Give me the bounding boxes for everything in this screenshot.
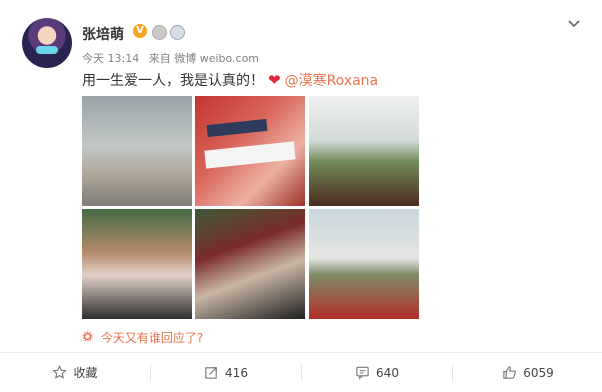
favorite-label: 收藏 [73, 366, 98, 380]
verified-v-icon[interactable]: V [133, 24, 147, 38]
favorite-button[interactable]: 收藏 [0, 353, 150, 392]
avatar[interactable] [22, 18, 72, 68]
like-button[interactable]: 6059 [453, 353, 602, 392]
photo-3[interactable] [309, 96, 419, 206]
chevron-down-icon[interactable] [567, 16, 581, 30]
photo-5[interactable] [195, 209, 305, 319]
post-source[interactable]: 来自 微博 weibo.com [149, 52, 259, 65]
action-bar: 收藏 416 640 6059 [0, 353, 602, 392]
sign-decoration [206, 118, 268, 138]
like-count: 6059 [523, 365, 554, 380]
diamond-badge-icon[interactable] [170, 25, 185, 40]
username[interactable]: 张培萌 [82, 24, 124, 44]
thumbs-up-icon [503, 366, 517, 379]
topic-link[interactable]: 今天又有谁回应了? [82, 329, 203, 346]
comment-button[interactable]: 640 [302, 353, 452, 392]
photo-1[interactable] [82, 96, 192, 206]
post-meta: 今天 13:14 来自 微博 weibo.com [82, 50, 265, 66]
topic-text: 今天又有谁回应了? [100, 331, 204, 345]
photo-2[interactable] [195, 96, 305, 206]
comment-count: 640 [376, 365, 399, 380]
crown-badge-icon[interactable] [152, 25, 167, 40]
repost-icon [205, 367, 217, 379]
photo-grid [82, 96, 422, 320]
photo-6[interactable] [309, 209, 419, 319]
post-text: 用一生爱一人，我是认真的！ ❤ @漠寒Roxana [82, 70, 378, 90]
repost-count: 416 [225, 365, 248, 380]
repost-button[interactable]: 416 [151, 353, 301, 392]
heart-emoji-icon: ❤ [268, 71, 281, 89]
post-body: 用一生爱一人，我是认真的！ [82, 73, 264, 89]
post-time[interactable]: 今天 13:14 [82, 52, 139, 65]
mention-link[interactable]: @漠寒Roxana [285, 73, 379, 89]
weibo-post-card: 张培萌 V 今天 13:14 来自 微博 weibo.com 用一生爱一人，我是… [0, 0, 602, 392]
photo-4[interactable] [82, 209, 192, 319]
sign-decoration [204, 141, 296, 169]
star-icon [52, 365, 68, 379]
comment-icon [356, 366, 369, 380]
gear-icon [82, 331, 97, 345]
